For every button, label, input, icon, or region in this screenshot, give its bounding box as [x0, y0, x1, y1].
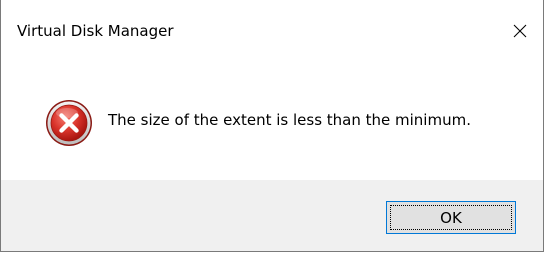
dialog-window: Virtual Disk Manager The size of the ext… — [0, 0, 544, 252]
dialog-title: Virtual Disk Manager — [17, 22, 174, 40]
button-bar: OK — [1, 180, 543, 251]
error-message: The size of the extent is less than the … — [108, 111, 471, 129]
close-icon — [513, 24, 527, 38]
ok-button[interactable]: OK — [386, 201, 516, 234]
error-icon — [46, 100, 92, 146]
dialog-content: The size of the extent is less than the … — [1, 62, 543, 180]
title-bar: Virtual Disk Manager — [1, 0, 543, 62]
ok-button-label: OK — [390, 205, 512, 230]
close-button[interactable] — [497, 10, 543, 52]
